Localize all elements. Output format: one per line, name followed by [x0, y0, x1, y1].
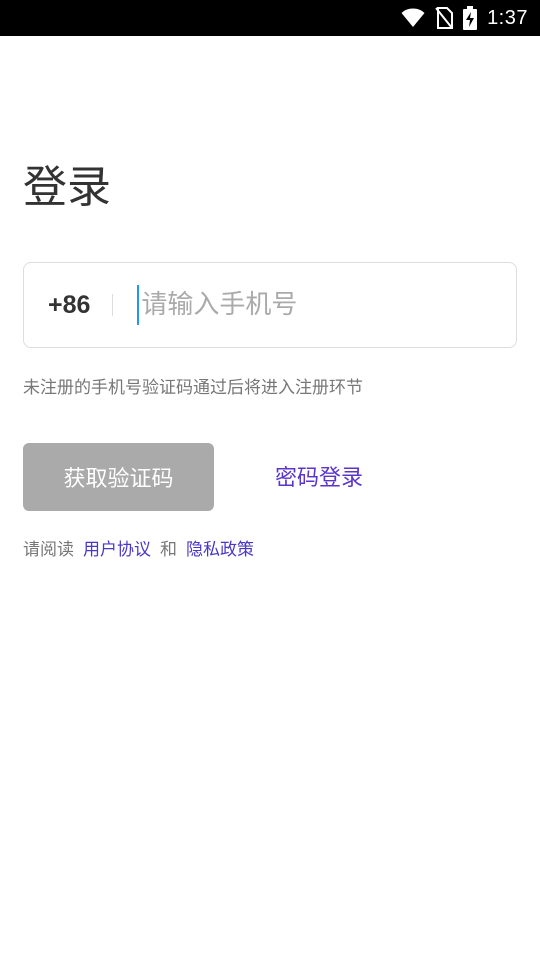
- page-title: 登录: [23, 162, 111, 213]
- status-time: 1:37: [487, 6, 528, 29]
- privacy-policy-link[interactable]: 隐私政策: [186, 535, 254, 560]
- agreement-row: 请阅读 用户协议 和 隐私政策: [23, 535, 254, 560]
- country-code[interactable]: +86: [48, 291, 90, 320]
- agreement-prefix: 请阅读: [23, 540, 74, 560]
- divider: [112, 294, 114, 316]
- user-agreement-link[interactable]: 用户协议: [83, 535, 151, 560]
- battery-charging-icon: [463, 6, 478, 30]
- phone-input[interactable]: [137, 285, 516, 325]
- no-sim-icon: [435, 7, 454, 29]
- get-code-button[interactable]: 获取验证码: [23, 443, 214, 511]
- status-bar: 1:37: [0, 0, 540, 36]
- wifi-icon: [401, 8, 425, 28]
- password-login-link[interactable]: 密码登录: [275, 460, 363, 492]
- phone-input-box[interactable]: +86: [23, 262, 517, 348]
- register-hint: 未注册的手机号验证码通过后将进入注册环节: [23, 378, 363, 398]
- agreement-and: 和: [160, 540, 177, 560]
